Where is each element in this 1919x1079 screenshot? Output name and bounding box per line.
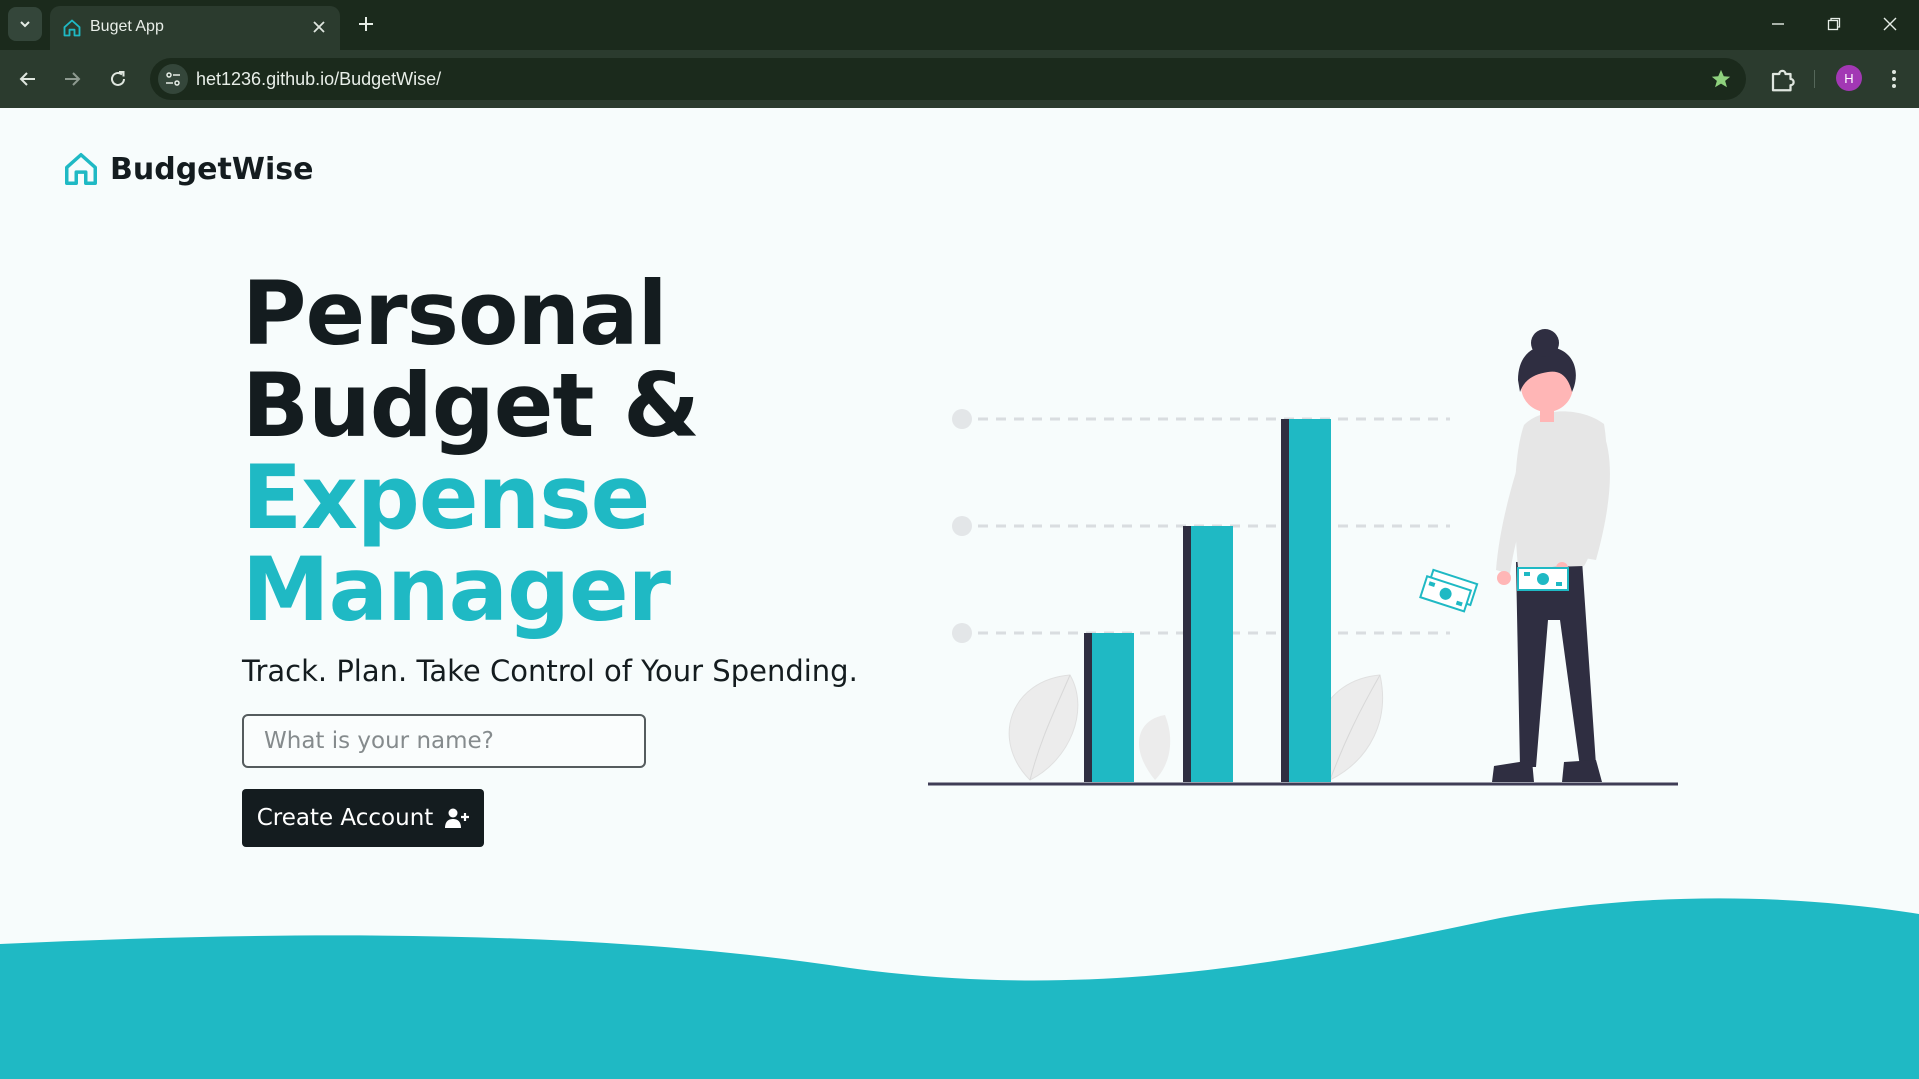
brand-logo-link[interactable]: BudgetWise xyxy=(62,150,313,188)
arrow-left-icon xyxy=(19,72,35,86)
reload-icon xyxy=(111,71,125,86)
bookmark-star-icon[interactable] xyxy=(1710,68,1732,90)
hero-line-4: Manager xyxy=(242,538,671,641)
browser-tab[interactable]: Buget App xyxy=(50,6,340,50)
woman-figure xyxy=(1419,329,1610,782)
new-tab-button[interactable] xyxy=(352,10,380,38)
restore-button[interactable] xyxy=(1806,0,1862,48)
forward-button[interactable] xyxy=(56,63,88,95)
minimize-button[interactable] xyxy=(1750,0,1806,48)
tune-icon xyxy=(166,72,180,86)
close-icon xyxy=(1883,17,1897,31)
more-vert-icon xyxy=(1892,70,1896,88)
address-bar[interactable]: het1236.github.io/BudgetWise/ xyxy=(150,58,1746,100)
close-icon xyxy=(313,21,325,33)
arrow-right-icon xyxy=(65,72,81,86)
minimize-icon xyxy=(1772,23,1784,25)
hero-title: Personal Budget & Expense Manager xyxy=(242,268,700,636)
profile-avatar[interactable]: H xyxy=(1836,65,1862,91)
back-button[interactable] xyxy=(12,63,44,95)
hero-line-2: Budget & xyxy=(242,354,700,457)
restore-icon xyxy=(1827,17,1841,31)
tab-search-button[interactable] xyxy=(8,7,42,41)
plus-icon xyxy=(359,17,373,31)
leaf-middle xyxy=(1138,715,1171,780)
create-account-button[interactable]: Create Account xyxy=(242,789,484,847)
browser-menu-button[interactable] xyxy=(1880,64,1908,94)
user-plus-icon xyxy=(445,808,470,828)
budget-illustration xyxy=(928,329,1678,786)
leaf-left xyxy=(1008,674,1079,781)
create-account-label: Create Account xyxy=(256,805,434,831)
home-icon xyxy=(63,19,81,37)
home-icon xyxy=(65,153,97,185)
hero-tagline: Track. Plan. Take Control of Your Spendi… xyxy=(242,654,858,688)
hero-line-1: Personal xyxy=(242,262,668,365)
browser-tab-bar: Buget App xyxy=(0,0,1919,50)
toolbar-divider xyxy=(1814,70,1815,88)
browser-toolbar: het1236.github.io/BudgetWise/ H xyxy=(0,50,1919,108)
window-close-button[interactable] xyxy=(1862,0,1918,48)
bar-3 xyxy=(1281,419,1331,782)
bar-1 xyxy=(1084,633,1134,782)
tab-title: Buget App xyxy=(90,18,164,35)
hero-line-3: Expense xyxy=(242,446,650,549)
guide-dots xyxy=(952,409,972,643)
url-text[interactable]: het1236.github.io/BudgetWise/ xyxy=(196,69,441,90)
site-info-button[interactable] xyxy=(158,64,188,94)
chevron-down-icon xyxy=(20,21,30,28)
bar-2 xyxy=(1183,526,1233,782)
extensions-icon[interactable] xyxy=(1768,64,1798,94)
money-bill-front xyxy=(1517,567,1569,591)
money-bills-hand xyxy=(1419,568,1479,613)
bottom-wave xyxy=(0,898,1919,1079)
name-input[interactable] xyxy=(242,714,646,768)
reload-button[interactable] xyxy=(102,63,134,95)
brand-name: BudgetWise xyxy=(110,151,314,187)
tab-close-button[interactable] xyxy=(308,16,330,38)
